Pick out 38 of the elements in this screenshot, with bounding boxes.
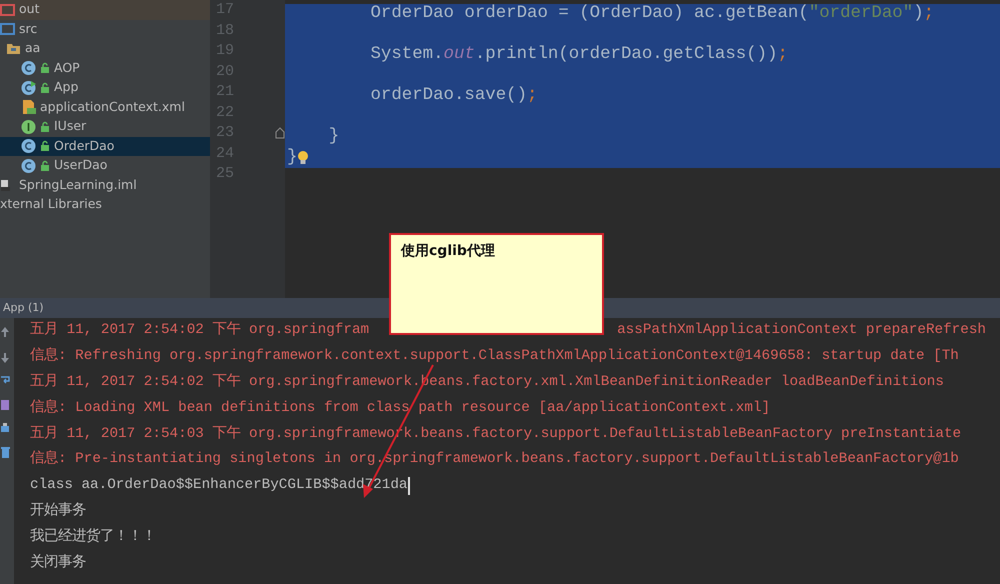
class-icon bbox=[21, 138, 36, 154]
lock-icon bbox=[40, 62, 50, 74]
console-line: 信息: Loading XML bean definitions from class path resource [aa/applicationContext.xml] bbox=[30, 398, 770, 418]
lock-icon bbox=[40, 82, 50, 94]
class-icon bbox=[21, 158, 36, 174]
console-line: assPathXmlApplicationContext prepareRefresh bbox=[617, 321, 987, 340]
note-callout: 使用cglib代理 bbox=[389, 233, 604, 335]
tree-item[interactable]: SpringLearning.iml bbox=[19, 176, 137, 195]
xml-file-icon bbox=[21, 99, 36, 116]
lock-icon bbox=[40, 140, 50, 152]
tree-item[interactable]: out bbox=[19, 0, 40, 20]
interface-icon bbox=[21, 118, 36, 135]
console-line: 信息: Refreshing org.springframework.context.support.ClassPathXmlApplicationContext@1469658: startup date [Th bbox=[30, 346, 959, 366]
down-arrow-icon bbox=[0, 350, 10, 364]
class-icon bbox=[21, 80, 36, 96]
console-line: 我已经进货了！！！ bbox=[30, 527, 156, 548]
up-arrow-icon bbox=[0, 326, 10, 340]
folder-icon bbox=[0, 2, 15, 18]
tree-item[interactable]: xternal Libraries bbox=[0, 195, 102, 214]
trash-icon bbox=[0, 446, 10, 460]
lock-icon bbox=[40, 120, 50, 133]
lightbulb-icon bbox=[297, 150, 310, 166]
console-line: 关闭事务 bbox=[30, 553, 86, 574]
tree-item[interactable]: IUser bbox=[54, 117, 86, 136]
tree-item[interactable]: App bbox=[54, 78, 78, 98]
tree-item[interactable]: aa bbox=[25, 39, 40, 58]
lock-icon bbox=[40, 160, 50, 172]
console-line: 五月 11, 2017 2:54:02 下午 org.springfram bbox=[30, 320, 370, 340]
tool-window-tab[interactable]: App (1) bbox=[3, 301, 44, 314]
tree-item[interactable]: AOP bbox=[54, 58, 80, 78]
folder-icon bbox=[0, 21, 15, 38]
scroll-to-end-icon bbox=[0, 398, 10, 412]
tree-item[interactable]: src bbox=[19, 20, 38, 39]
tree-item[interactable]: UserDao bbox=[54, 156, 108, 176]
fold-icon bbox=[275, 127, 285, 140]
console-line: 开始事务 bbox=[30, 501, 86, 522]
tree-item[interactable]: applicationContext.xml bbox=[40, 98, 185, 117]
class-icon bbox=[21, 60, 36, 76]
